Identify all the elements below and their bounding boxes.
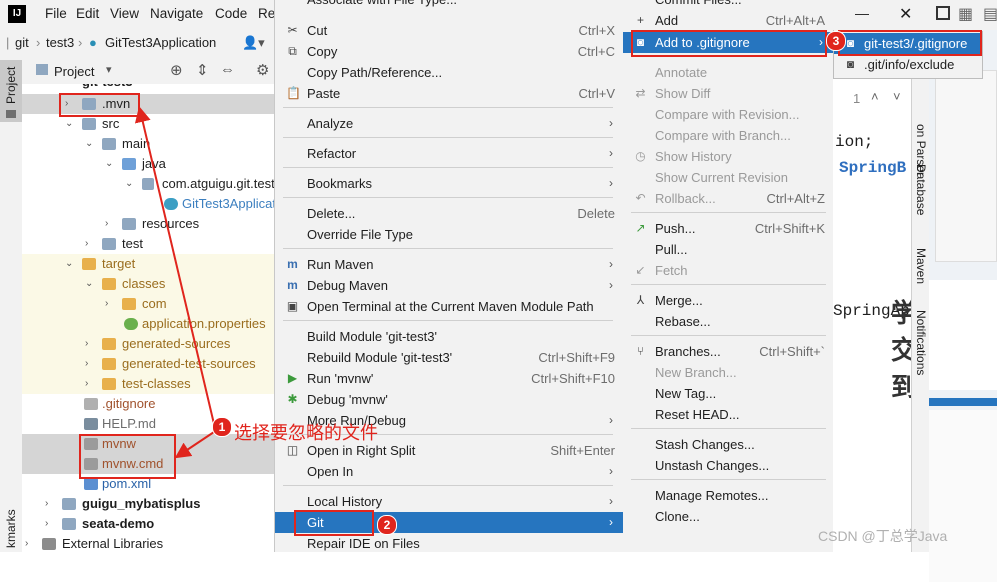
annotation-badge-2: 2 xyxy=(377,515,397,535)
annotation-badge-3: 3 xyxy=(826,31,846,51)
annotation-label: 选择要忽略的文件 xyxy=(234,423,378,443)
watermark: CSDN @丁总学Java xyxy=(818,528,948,544)
annotation-arrows xyxy=(134,106,215,459)
annotation-badge-1: 1 xyxy=(212,417,232,437)
